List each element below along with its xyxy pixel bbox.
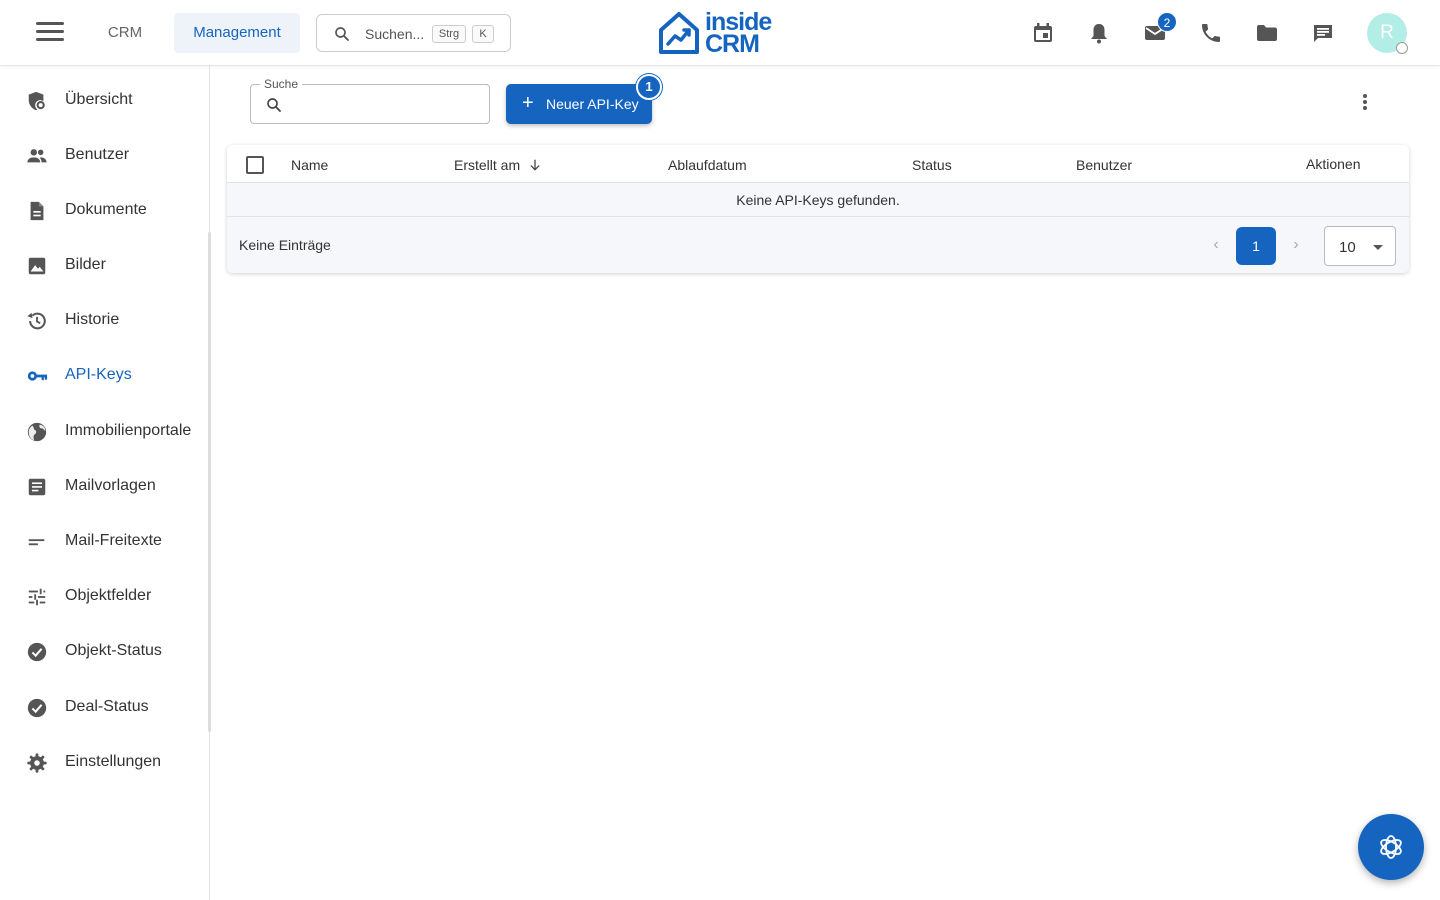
check-circle-icon: [27, 698, 47, 718]
table-footer: Keine Einträge ‹ 1 › 10: [227, 217, 1409, 273]
page-size-value: 10: [1339, 239, 1356, 256]
new-api-key-label: Neuer API-Key: [546, 96, 639, 112]
template-icon: [28, 478, 46, 496]
previous-page-icon[interactable]: ‹: [1206, 235, 1226, 255]
document-icon: [30, 201, 44, 221]
column-header-benutzer[interactable]: Benutzer: [1076, 157, 1132, 173]
calendar-icon[interactable]: [1031, 21, 1055, 45]
table-header: Name Erstellt am Ablaufdatum Status Benu…: [227, 145, 1409, 183]
sidebar-item-label: Benutzer: [65, 146, 130, 163]
users-icon: [27, 149, 47, 163]
gear-icon: [27, 753, 47, 773]
search-placeholder: Suchen...: [365, 26, 425, 42]
sidebar-item-deal-status[interactable]: Deal-Status: [0, 685, 208, 731]
chevron-down-icon: [1373, 245, 1383, 250]
search-icon: [267, 98, 281, 112]
sidebar-item-label: Mailvorlagen: [65, 477, 156, 494]
sidebar-item-objekt-status[interactable]: Objekt-Status: [0, 629, 208, 675]
sidebar-scrollbar[interactable]: [208, 232, 211, 732]
sidebar-item-label: Übersicht: [65, 91, 133, 108]
select-all-checkbox[interactable]: [246, 156, 264, 174]
sidebar-item-label: Deal-Status: [65, 698, 149, 715]
column-header-status[interactable]: Status: [912, 157, 952, 173]
page-button-current[interactable]: 1: [1236, 227, 1276, 265]
bell-icon[interactable]: [1087, 21, 1111, 45]
sidebar-item-label: Immobilienportale: [65, 422, 192, 439]
sidebar-item-label: API-Keys: [65, 366, 132, 383]
inside-crm-logo[interactable]: inside CRM: [657, 8, 783, 58]
app-header: CRM Management Suchen... Strg K inside C…: [0, 0, 1440, 66]
image-icon: [28, 257, 46, 275]
sidebar-item-label: Objekt-Status: [65, 642, 162, 659]
sliders-icon: [28, 588, 46, 606]
menu-icon[interactable]: [36, 22, 64, 44]
sidebar-item-benutzer[interactable]: Benutzer: [0, 133, 208, 179]
sidebar-item-label: Historie: [65, 311, 120, 328]
mail-unread-badge: 2: [1157, 12, 1177, 32]
sidebar-item-mail-freitexte[interactable]: Mail-Freitexte: [0, 519, 208, 565]
sidebar-item-historie[interactable]: Historie: [0, 298, 208, 344]
sidebar-item-label: Mail-Freitexte: [65, 532, 162, 549]
house-chart-logo-icon: [659, 12, 699, 54]
sidebar-item-dokumente[interactable]: Dokumente: [0, 188, 208, 234]
short-text-icon: [28, 539, 45, 546]
column-header-erstellt-am[interactable]: Erstellt am: [454, 157, 542, 173]
key-icon: [27, 371, 48, 381]
sidebar-item-objektfelder[interactable]: Objektfelder: [0, 574, 208, 620]
check-circle-icon: [27, 642, 47, 662]
logo-text-crm: CRM: [705, 30, 760, 58]
sidebar-item-api-keys[interactable]: API-Keys: [0, 353, 208, 399]
presence-status-icon: [1396, 42, 1408, 54]
column-header-aktionen: Aktionen: [1306, 156, 1361, 172]
sidebar-item-label: Einstellungen: [65, 753, 162, 770]
nav-tab-management[interactable]: Management: [174, 13, 300, 53]
ai-knot-icon: [1380, 835, 1402, 859]
api-keys-table: Name Erstellt am Ablaufdatum Status Benu…: [227, 145, 1409, 273]
nav-tab-crm[interactable]: CRM: [92, 13, 158, 53]
search-field-label: Suche: [260, 77, 303, 91]
folder-icon[interactable]: [1255, 21, 1279, 45]
sidebar-item-label: Dokumente: [65, 201, 147, 218]
search-input[interactable]: [291, 93, 481, 115]
sidebar-item-immobilienportale[interactable]: Immobilienportale: [0, 409, 208, 455]
more-options-icon[interactable]: [1352, 92, 1378, 118]
tour-step-badge: 1: [636, 74, 662, 100]
shield-icon: [28, 91, 45, 111]
empty-table-message: Keine API-Keys gefunden.: [227, 183, 1409, 217]
api-key-search-field[interactable]: Suche: [250, 77, 490, 124]
chat-icon[interactable]: [1311, 21, 1335, 45]
sidebar-item-label: Objektfelder: [65, 587, 152, 604]
global-search[interactable]: Suchen... Strg K: [316, 14, 511, 52]
phone-icon[interactable]: [1199, 21, 1223, 45]
column-header-ablaufdatum[interactable]: Ablaufdatum: [668, 157, 747, 173]
sidebar: Übersicht Benutzer Dokumente Bilder Hist…: [0, 66, 211, 900]
sort-descending-icon: [530, 159, 540, 171]
entries-count-text: Keine Einträge: [239, 237, 331, 253]
sidebar-item-bilder[interactable]: Bilder: [0, 243, 208, 289]
sidebar-item-mailvorlagen[interactable]: Mailvorlagen: [0, 464, 208, 510]
shortcut-key-k: K: [472, 25, 494, 43]
sidebar-item-einstellungen[interactable]: Einstellungen: [0, 740, 208, 786]
sidebar-item-uebersicht[interactable]: Übersicht: [0, 78, 208, 124]
column-header-name[interactable]: Name: [291, 157, 328, 173]
next-page-icon[interactable]: ›: [1286, 235, 1306, 255]
search-icon: [335, 27, 349, 41]
history-icon: [27, 312, 46, 330]
sidebar-item-label: Bilder: [65, 256, 106, 273]
shortcut-key-strg: Strg: [432, 25, 466, 43]
new-api-key-button[interactable]: + Neuer API-Key: [506, 84, 652, 124]
globe-icon: [27, 422, 47, 442]
ai-assistant-button[interactable]: [1358, 814, 1424, 880]
page-size-select[interactable]: 10: [1324, 226, 1396, 266]
plus-icon: +: [522, 92, 534, 114]
column-header-label: Erstellt am: [454, 157, 521, 173]
